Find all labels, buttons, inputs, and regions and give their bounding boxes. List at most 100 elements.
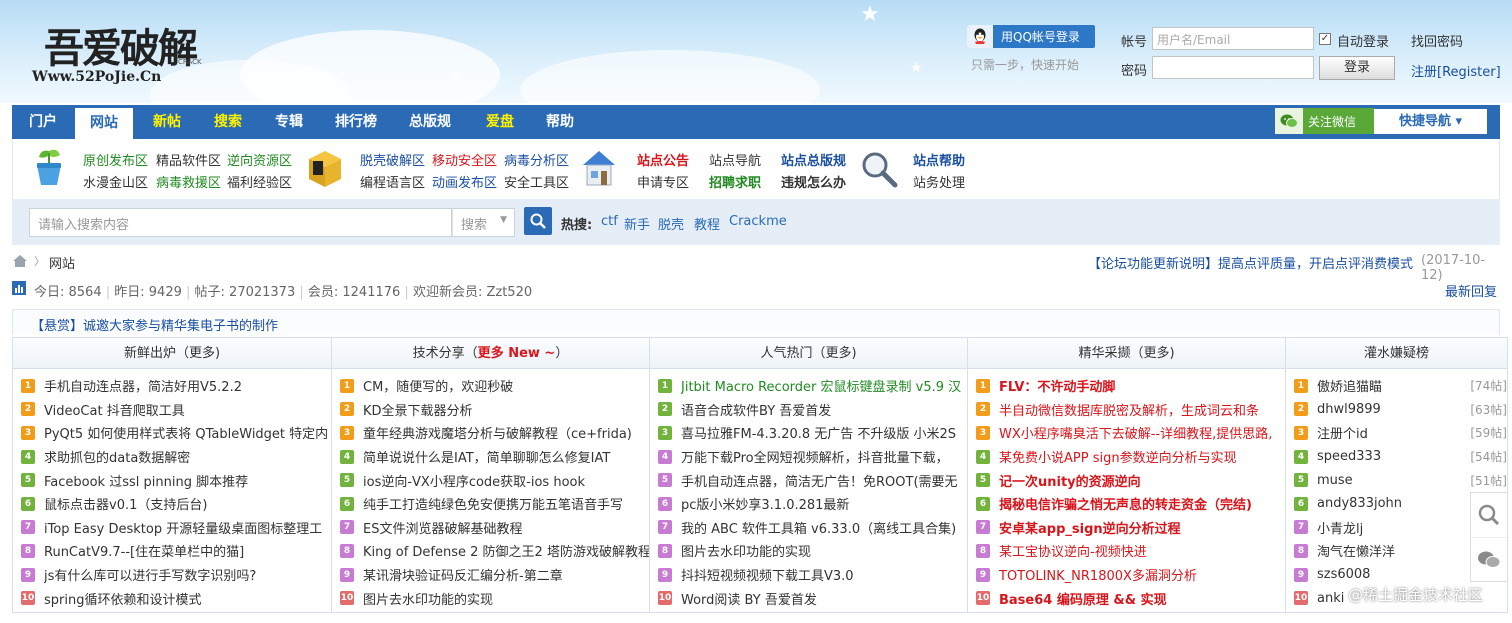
subnav-animation[interactable]: 动画发布区 [432, 172, 497, 191]
hot-search-unpack[interactable]: 脱壳 [658, 214, 684, 233]
subnav-site-nav[interactable]: 站点导航 [709, 150, 761, 169]
list-item-title[interactable]: iTop Easy Desktop 开源轻量级桌面图标整理工 [44, 518, 331, 537]
list-item-title[interactable]: FLV：不许动手动脚 [999, 376, 1285, 395]
column-header[interactable]: 新鲜出炉（更多) [13, 338, 331, 369]
nav-item-albums[interactable]: 专辑 [262, 105, 316, 139]
list-item[interactable]: 5 ios逆向-VX小程序code获取-ios hook [332, 468, 649, 492]
list-item[interactable]: 4 万能下载Pro全网短视频解析，抖音批量下载， [650, 445, 967, 469]
subnav-unpack[interactable]: 脱壳破解区 [360, 150, 425, 169]
list-item[interactable]: 6 揭秘电信诈骗之悄无声息的转走资金（完结) [968, 492, 1285, 516]
list-item-title[interactable]: KD全景下载器分析 [363, 400, 649, 419]
subnav-virus-analysis[interactable]: 病毒分析区 [504, 150, 569, 169]
subnav-site-affairs[interactable]: 站务处理 [913, 172, 965, 191]
list-item-title[interactable]: 半自动微信数据库脱密及解析，生成词云和条 [999, 400, 1285, 419]
nav-item-ranking[interactable]: 排行榜 [324, 105, 388, 139]
subnav-mobile-security[interactable]: 移动安全区 [432, 150, 497, 169]
list-item-title[interactable]: 图片去水印功能的实现 [681, 541, 967, 560]
subnav-site-rules[interactable]: 站点总版规 [781, 150, 846, 169]
list-item[interactable]: 9 抖抖短视频视频下载工具V3.0 [650, 563, 967, 587]
hot-search-newbie[interactable]: 新手 [624, 214, 650, 233]
list-item-title[interactable]: CM，随便写的，欢迎秒破 [363, 376, 649, 395]
search-button[interactable] [524, 207, 552, 235]
list-item-title[interactable]: 手机自动连点器，简洁无广告！免ROOT(需要无 [681, 471, 967, 490]
list-item-title[interactable]: 傲娇追猫瞄 [1317, 376, 1466, 395]
list-item-title[interactable]: 求助抓包的data数据解密 [44, 447, 331, 466]
list-item[interactable]: 1 FLV：不许动手动脚 [968, 374, 1285, 398]
list-item-title[interactable]: WX小程序嘴臭活下去破解--详细教程,提供思路, [999, 423, 1285, 442]
list-item[interactable]: 3 WX小程序嘴臭活下去破解--详细教程,提供思路, [968, 421, 1285, 445]
column-header[interactable]: 技术分享（更多 New ~） [332, 338, 649, 369]
list-item-title[interactable]: 淘气在懒洋洋 [1317, 541, 1483, 560]
list-item[interactable]: 6 纯手工打造纯绿色免安便携万能五笔语音手写 [332, 492, 649, 516]
list-item[interactable]: 8 King of Defense 2 防御之王2 塔防游戏破解教程 [332, 539, 649, 563]
list-item-title[interactable]: 图片去水印功能的实现 [363, 589, 649, 608]
list-item[interactable]: 6 鼠标点击器v0.1（支持后台) [13, 492, 331, 516]
list-item-title[interactable]: muse [1317, 473, 1466, 488]
list-item[interactable]: 5 手机自动连点器，简洁无广告！免ROOT(需要无 [650, 468, 967, 492]
list-item-title[interactable]: 简单说说什么是IAT，简单聊聊怎么修复IAT [363, 447, 649, 466]
list-item[interactable]: 1 手机自动连点器，简洁好用V5.2.2 [13, 374, 331, 398]
list-item-title[interactable]: 某工宝协议逆向-视频快进 [999, 541, 1285, 560]
wechat-follow-button[interactable]: 关注微信 [1275, 108, 1375, 134]
notice-link[interactable]: 【论坛功能更新说明】提高点评质量，开启点评消费模式 [1088, 253, 1413, 272]
subnav-water[interactable]: 水漫金山区 [83, 172, 148, 191]
list-item[interactable]: 2 VideoCat 抖音爬取工具 [13, 398, 331, 422]
list-item-title[interactable]: speed333 [1317, 449, 1466, 464]
list-item-title[interactable]: 鼠标点击器v0.1（支持后台) [44, 494, 331, 513]
nav-item-search[interactable]: 搜索 [200, 105, 256, 139]
list-item[interactable]: 3 PyQt5 如何使用样式表将 QTableWidget 特定内 [13, 421, 331, 445]
subnav-welfare[interactable]: 福利经验区 [227, 172, 292, 191]
list-item[interactable]: 10 图片去水印功能的实现 [332, 586, 649, 610]
subnav-fine-software[interactable]: 精品软件区 [156, 150, 221, 169]
list-item-title[interactable]: spring循环依赖和设计模式 [44, 589, 331, 608]
list-item-title[interactable]: 抖抖短视频视频下载工具V3.0 [681, 565, 967, 584]
list-item-title[interactable]: PyQt5 如何使用样式表将 QTableWidget 特定内 [44, 423, 331, 442]
nav-item-rules[interactable]: 总版规 [398, 105, 462, 139]
login-button[interactable]: 登录 [1319, 56, 1395, 80]
list-item[interactable]: 1 Jitbit Macro Recorder 宏鼠标键盘录制 v5.9 汉 [650, 374, 967, 398]
latest-replies-link[interactable]: 最新回复 [1445, 281, 1497, 300]
list-item-title[interactable]: Base64 编码原理 && 实现 [999, 589, 1285, 608]
list-item-title[interactable]: TOTOLINK_NR1800X多漏洞分析 [999, 565, 1285, 584]
list-item-title[interactable]: 童年经典游戏魔塔分析与破解教程（ce+frida) [363, 423, 649, 442]
list-item[interactable]: 2 dhwl9899 [63帖] [1286, 398, 1507, 422]
list-item-title[interactable]: dhwl9899 [1317, 402, 1466, 417]
list-item-title[interactable]: 小青龙lj [1317, 518, 1483, 537]
list-item[interactable]: 5 Facebook 过ssl pinning 脚本推荐 [13, 468, 331, 492]
bounty-link[interactable]: 【悬赏】诚邀大家参与精华集电子书的制作 [31, 315, 278, 334]
list-item-title[interactable]: 语音合成软件BY 吾爱首发 [681, 400, 967, 419]
list-item[interactable]: 9 某讯滑块验证码反汇编分析-第二章 [332, 563, 649, 587]
list-item-title[interactable]: Facebook 过ssl pinning 脚本推荐 [44, 471, 331, 490]
subnav-violation[interactable]: 违规怎么办 [781, 172, 846, 191]
list-item[interactable]: 9 js有什么库可以进行手写数字识别吗? [13, 563, 331, 587]
list-item-title[interactable]: js有什么库可以进行手写数字识别吗? [44, 565, 331, 584]
breadcrumb-current[interactable]: 网站 [49, 253, 75, 272]
site-logo[interactable]: 吾爱破解 CRACK Www.52PoJie.Cn [30, 14, 210, 94]
list-item[interactable]: 4 求助抓包的data数据解密 [13, 445, 331, 469]
list-item-title[interactable]: Jitbit Macro Recorder 宏鼠标键盘录制 v5.9 汉 [681, 376, 967, 395]
nav-item-portal[interactable]: 门户 [12, 105, 74, 139]
list-item[interactable]: 3 童年经典游戏魔塔分析与破解教程（ce+frida) [332, 421, 649, 445]
qq-login-button[interactable]: 用QQ帐号登录 [967, 25, 1095, 48]
hot-search-crackme[interactable]: Crackme [729, 214, 787, 229]
list-item[interactable]: 7 安卓某app_sign逆向分析过程 [968, 516, 1285, 540]
list-item-title[interactable]: 喜马拉雅FM-4.3.20.8 无广告 不升级版 小米2S [681, 423, 967, 442]
nav-item-new-posts[interactable]: 新帖 [140, 105, 194, 139]
list-item[interactable]: 2 半自动微信数据库脱密及解析，生成词云和条 [968, 398, 1285, 422]
list-item-title[interactable]: szs6008 [1317, 567, 1483, 582]
subnav-apply[interactable]: 申请专区 [637, 172, 689, 191]
subnav-virus-rescue[interactable]: 病毒救援区 [156, 172, 221, 191]
subnav-reverse-resources[interactable]: 逆向资源区 [227, 150, 292, 169]
list-item-title[interactable]: 某免费小说APP sign参数逆向分析与实现 [999, 447, 1285, 466]
find-password-link[interactable]: 找回密码 [1411, 31, 1463, 50]
list-item[interactable]: 3 注册个id [59帖] [1286, 421, 1507, 445]
list-item[interactable]: 7 我的 ABC 软件工具箱 v6.33.0（离线工具合集) [650, 516, 967, 540]
list-item[interactable]: 2 语音合成软件BY 吾爱首发 [650, 398, 967, 422]
list-item-title[interactable]: ios逆向-VX小程序code获取-ios hook [363, 471, 649, 490]
hot-search-tutorial[interactable]: 教程 [694, 214, 720, 233]
list-item[interactable]: 4 某免费小说APP sign参数逆向分析与实现 [968, 445, 1285, 469]
hot-search-ctf[interactable]: ctf [601, 214, 618, 229]
list-item-title[interactable]: 安卓某app_sign逆向分析过程 [999, 518, 1285, 537]
list-item[interactable]: 8 某工宝协议逆向-视频快进 [968, 539, 1285, 563]
list-item[interactable]: 4 简单说说什么是IAT，简单聊聊怎么修复IAT [332, 445, 649, 469]
